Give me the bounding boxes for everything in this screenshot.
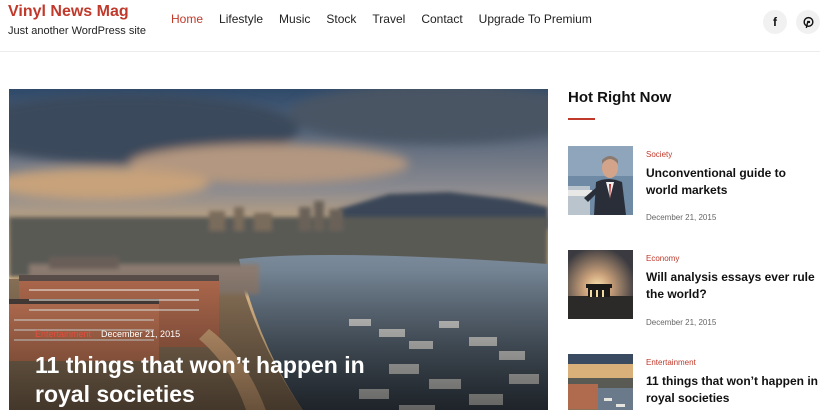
widget-title-underline: [568, 118, 595, 120]
featured-post-date: December 21, 2015: [101, 329, 181, 339]
post-title[interactable]: 11 things that won’t happen in royal soc…: [646, 373, 820, 407]
nav-item-home[interactable]: Home: [171, 12, 203, 26]
social-links: f: [754, 10, 820, 34]
post-date: December 21, 2015: [646, 213, 717, 222]
hot-right-now-widget: Hot Right Now Society Unconventional gui…: [568, 89, 820, 410]
post-category[interactable]: Society: [646, 150, 672, 160]
facebook-icon[interactable]: f: [763, 10, 787, 34]
harbor-photo: [568, 354, 633, 410]
nav-item-travel[interactable]: Travel: [372, 12, 405, 26]
site-branding: Vinyl News Mag Just another WordPress si…: [8, 3, 146, 38]
widget-title: Hot Right Now: [568, 89, 672, 106]
post-category[interactable]: Entertainment: [646, 358, 696, 368]
site-tagline: Just another WordPress site: [8, 25, 146, 37]
featured-post-meta: Entertainment December 21, 2015: [35, 329, 180, 339]
featured-post-category[interactable]: Entertainment: [35, 329, 91, 339]
sunset-photo: [568, 250, 633, 319]
nav-item-music[interactable]: Music: [279, 12, 310, 26]
nav-item-contact[interactable]: Contact: [421, 12, 462, 26]
post-title[interactable]: Will analysis essays ever rule the world…: [646, 269, 820, 303]
main-nav: Home Lifestyle Music Stock Travel Contac…: [171, 12, 608, 26]
post-title[interactable]: Unconventional guide to world markets: [646, 165, 820, 199]
nav-item-stock[interactable]: Stock: [326, 12, 356, 26]
pinterest-icon[interactable]: [796, 10, 820, 34]
site-title-link[interactable]: Vinyl News Mag: [8, 3, 146, 21]
pinterest-glyph: [802, 16, 814, 28]
speaker-photo: [568, 146, 633, 215]
post-thumbnail[interactable]: [568, 146, 633, 215]
nav-item-lifestyle[interactable]: Lifestyle: [219, 12, 263, 26]
featured-post[interactable]: Entertainment December 21, 2015 11 thing…: [9, 89, 548, 410]
post-date: December 21, 2015: [646, 318, 717, 327]
nav-item-upgrade-premium[interactable]: Upgrade To Premium: [479, 12, 592, 26]
featured-post-title[interactable]: 11 things that won’t happen in royal soc…: [35, 351, 395, 409]
post-thumbnail[interactable]: [568, 354, 633, 410]
post-category[interactable]: Economy: [646, 254, 679, 264]
site-header: Vinyl News Mag Just another WordPress si…: [0, 0, 820, 52]
post-thumbnail[interactable]: [568, 250, 633, 319]
